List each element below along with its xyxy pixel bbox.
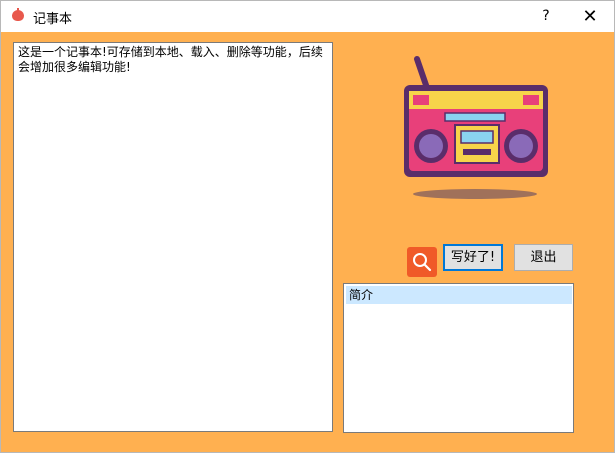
notes-list[interactable]: 简介: [343, 283, 574, 433]
app-icon: [12, 8, 24, 21]
app-window: 记事本 ? ✕ 这是一个记事本!可存储到本地、载入、删除等功能，后续会增加很多编…: [0, 0, 615, 453]
exit-button[interactable]: 退出: [514, 244, 573, 271]
search-icon: [413, 253, 432, 272]
list-item[interactable]: 简介: [346, 286, 572, 304]
done-button[interactable]: 写好了!: [443, 244, 503, 271]
window-title: 记事本: [33, 12, 73, 27]
close-button[interactable]: ✕: [567, 1, 613, 32]
help-button[interactable]: ?: [529, 1, 563, 32]
title-bar[interactable]: 记事本 ? ✕: [1, 1, 614, 32]
radio-illustration: [404, 56, 548, 199]
search-button[interactable]: [407, 247, 437, 277]
text-editor[interactable]: 这是一个记事本!可存储到本地、载入、删除等功能，后续会增加很多编辑功能!: [13, 42, 333, 432]
